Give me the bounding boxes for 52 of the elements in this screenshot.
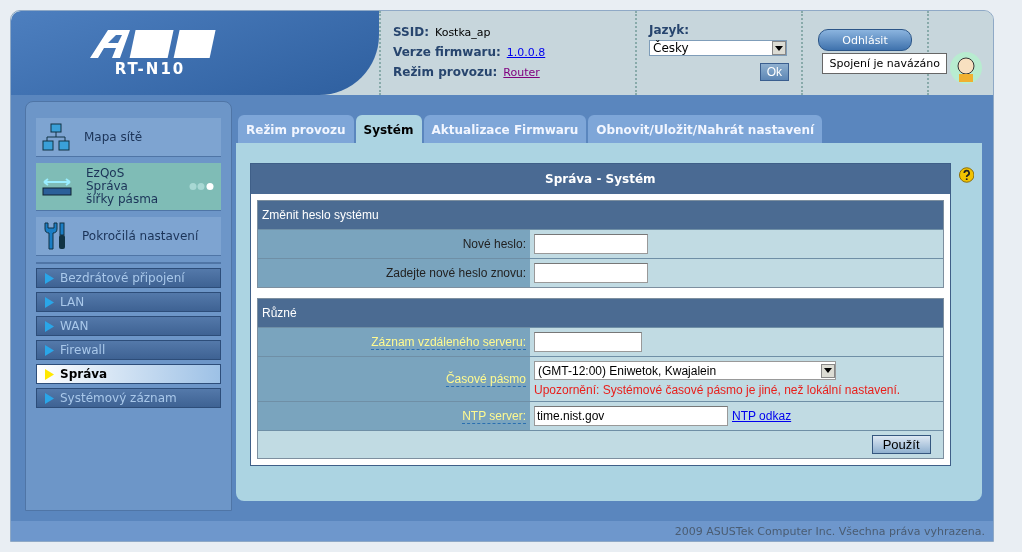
apply-button[interactable]: Použít — [871, 435, 931, 454]
tab[interactable]: Systém — [355, 115, 422, 143]
field-label: Zadejte nové heslo znovu: — [385, 266, 526, 280]
tooltip: Spojení je navázáno — [822, 53, 947, 74]
ntp-link[interactable]: NTP odkaz — [732, 409, 792, 423]
sidebar-section[interactable]: Pokročilá nastavení — [36, 217, 221, 256]
triangle-icon — [45, 344, 54, 356]
section-title: Různé — [258, 299, 943, 327]
triangle-icon — [45, 368, 54, 380]
sidebar-item[interactable]: Správa — [36, 364, 221, 384]
info-value: Kostka_ap — [435, 26, 491, 39]
network-map-icon — [42, 123, 70, 151]
triangle-icon — [45, 272, 54, 284]
info-label: Režim provozu: — [393, 65, 498, 79]
sidebar-item[interactable]: Systémový záznam — [36, 388, 221, 408]
sidebar-section[interactable]: EzQoS Správa šířky pásma — [36, 163, 221, 211]
ok-button[interactable]: Ok — [759, 63, 789, 81]
firmware-link[interactable]: 1.0.0.8 — [506, 46, 546, 59]
field-label: Nové heslo: — [462, 237, 526, 251]
panel-title: Správa - Systém — [251, 164, 950, 194]
sidebar-item[interactable]: Firewall — [36, 340, 221, 360]
field-label[interactable]: Časové pásmo — [445, 371, 526, 387]
tab[interactable]: Režim provozu — [238, 115, 354, 143]
password-field[interactable] — [534, 263, 648, 283]
triangle-icon — [45, 296, 54, 308]
wrench-screwdriver-icon — [42, 221, 68, 251]
language-select[interactable]: Česky — [649, 40, 787, 56]
section-title: Změnit heslo systému — [258, 201, 943, 229]
server-field[interactable] — [534, 332, 642, 352]
tab[interactable]: Obnovit/Uložit/Nahrát nastavení — [588, 115, 823, 143]
warning-text: Upozornění: Systémové časové pásmo je jiné, než lokální nastavení. — [534, 383, 902, 397]
sidebar-item[interactable]: Bezdrátové připojení — [36, 268, 221, 288]
password-field[interactable] — [534, 234, 648, 254]
avatar-icon — [949, 51, 983, 85]
ntp-field[interactable]: time.nist.gov — [534, 406, 728, 426]
help-icon[interactable] — [958, 167, 974, 183]
copyright-text: 2009 ASUSTek Computer Inc. Všechna práva vyhrazena. — [674, 524, 985, 538]
triangle-icon — [45, 392, 54, 404]
timezone-select[interactable]: (GMT-12:00) Eniwetok, Kwajalein — [534, 361, 836, 380]
triangle-icon — [45, 320, 54, 332]
bandwidth-icon — [42, 176, 72, 197]
tab[interactable]: Aktualizace Firmwaru — [423, 115, 587, 143]
info-label: Verze firmwaru: — [393, 45, 501, 59]
language-label: Jazyk: — [649, 23, 691, 37]
info-label: SSID: — [393, 25, 429, 39]
sidebar-item[interactable]: LAN — [36, 292, 221, 312]
mode-link[interactable]: Router — [503, 66, 540, 79]
field-label[interactable]: NTP server: — [462, 408, 526, 424]
sidebar-section[interactable]: Mapa sítě — [36, 118, 221, 157]
sidebar-item[interactable]: WAN — [36, 316, 221, 336]
model-name: RT-N10 — [114, 60, 186, 78]
logout-button[interactable]: Odhlásit — [818, 29, 912, 51]
